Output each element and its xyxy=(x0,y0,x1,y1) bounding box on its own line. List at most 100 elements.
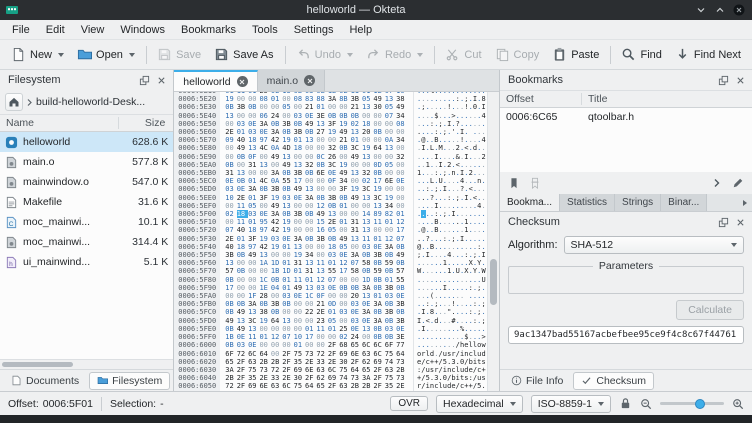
hex-rows[interactable]: 0006:5E10011101250E130B030E1B0E110112071… xyxy=(174,92,487,391)
column-header-size[interactable]: Size xyxy=(119,117,173,129)
hex-char-cells[interactable]: @..B..........:. xyxy=(413,243,487,251)
scrollbar-thumb[interactable] xyxy=(490,259,497,305)
close-panel-icon[interactable] xyxy=(155,74,168,87)
tab-main-o[interactable]: main.o xyxy=(258,70,326,91)
hex-byte-cells[interactable]: 311300003A0B3B0B6E0E4913320B0000 xyxy=(220,169,413,177)
close-button[interactable] xyxy=(732,3,746,17)
redo-button[interactable]: Redo xyxy=(360,44,429,65)
minimize-button[interactable] xyxy=(694,3,708,17)
menu-edit[interactable]: Edit xyxy=(38,22,73,38)
hex-byte-cells[interactable]: 130000062400030E3E0B0B0B00000734 xyxy=(220,112,413,120)
new-button[interactable]: New xyxy=(5,44,70,65)
hex-byte-cells[interactable]: 0B00001C0B011101120700001D0B0155 xyxy=(220,276,413,284)
hex-byte-cells[interactable]: 0011050049130000120B010000133400 xyxy=(220,202,413,210)
add-bookmark-button[interactable] xyxy=(505,175,523,191)
scrollbar-thumb[interactable] xyxy=(2,362,73,367)
hex-char-cells[interactable]: ...L.U....4...n. xyxy=(413,177,487,185)
hex-byte-cells[interactable]: 3A2F7573722F696E636C7564652F632B xyxy=(220,366,413,374)
hex-char-cells[interactable]: .I.8..."....:.;. xyxy=(413,308,487,316)
hex-byte-cells[interactable]: 0B4913380B0000222E01030E3A0B3B0B xyxy=(220,308,413,316)
hex-byte-cells[interactable]: 0B003113004913320B3C1900000D0500 xyxy=(220,161,413,169)
column-header-name[interactable]: Name xyxy=(0,117,119,129)
hex-char-cells[interactable]: ........./hellow xyxy=(413,341,487,349)
save-as-button[interactable]: Save As xyxy=(208,44,279,65)
close-tab-icon[interactable] xyxy=(304,75,315,86)
file-row[interactable]: hui_mainwind...5.1 K xyxy=(0,252,173,272)
tab-documents[interactable]: Documents xyxy=(3,372,87,390)
find-button[interactable]: Find xyxy=(615,44,667,65)
menu-settings[interactable]: Settings xyxy=(286,22,342,38)
hex-char-cells[interactable]: ..1..I.2.<...... xyxy=(413,161,487,169)
file-row[interactable]: mainwindow.o547.0 K xyxy=(0,172,173,192)
hex-char-cells[interactable]: ..?...:.;.I..... xyxy=(413,235,487,243)
hex-char-cells[interactable]: .........:.;.I.8 xyxy=(413,95,487,103)
rename-bookmark-button[interactable] xyxy=(729,175,747,191)
hex-char-cells[interactable]: W......1.U.X.Y.W xyxy=(413,267,487,275)
hex-char-cells[interactable]: ...(....... .... xyxy=(413,292,487,300)
copy-button[interactable]: Copy xyxy=(489,44,546,65)
hex-char-cells[interactable]: ....$...>......4 xyxy=(413,112,487,120)
slider-handle[interactable] xyxy=(695,399,705,409)
algorithm-select[interactable]: SHA-512 xyxy=(564,236,744,254)
hex-char-cells[interactable]: ...:.;.I.?...... xyxy=(413,120,487,128)
cut-button[interactable]: Cut xyxy=(439,44,487,65)
overwrite-mode-toggle[interactable]: OVR xyxy=(390,396,428,411)
hex-char-cells[interactable]: ....I....&.I...2 xyxy=(413,153,487,161)
column-header-offset[interactable]: Offset xyxy=(500,93,582,105)
float-panel-icon[interactable] xyxy=(717,216,730,229)
find-next-button[interactable]: Find Next xyxy=(669,44,747,65)
hex-byte-cells[interactable]: 030E3A0B3B0B491300003F193C190000 xyxy=(220,185,413,193)
tab-scroll-right-button[interactable] xyxy=(738,194,752,211)
hex-char-cells[interactable]: ....I.........4. xyxy=(413,202,487,210)
menu-bookmarks[interactable]: Bookmarks xyxy=(173,22,244,38)
delete-bookmark-button[interactable] xyxy=(526,175,544,191)
menu-tools[interactable]: Tools xyxy=(244,22,286,38)
goto-bookmark-button[interactable] xyxy=(708,175,726,191)
hex-char-cells[interactable]: :/usr/include/c+ xyxy=(413,366,487,374)
zoom-in-icon[interactable] xyxy=(732,398,744,410)
paste-button[interactable]: Paste xyxy=(546,44,605,65)
file-row[interactable]: Cmoc_mainwi...10.1 K xyxy=(0,212,173,232)
zoom-slider[interactable] xyxy=(660,397,724,411)
zoom-out-icon[interactable] xyxy=(640,398,652,410)
tab-statistics-tool[interactable]: Statistics xyxy=(560,194,615,211)
hex-byte-cells[interactable]: 0049134C0A4D180000320B3C19641300 xyxy=(220,144,413,152)
hex-byte-cells[interactable]: 1700001E04014913030E0B0B3A0B3B0B xyxy=(220,284,413,292)
tab-bookmarks-tool[interactable]: Bookma... xyxy=(500,194,560,211)
hex-byte-cells[interactable]: 2B2F352E332E302F626974733A2F7573 xyxy=(220,374,413,382)
value-coding-select[interactable]: Hexadecimal xyxy=(436,395,523,413)
hex-char-cells[interactable]: .I........%..... xyxy=(413,325,487,333)
hex-char-cells[interactable]: ...?...:.;.I.<.. xyxy=(413,194,487,202)
hex-byte-cells[interactable]: 1B0E11011207101700000224000B0B3E xyxy=(220,333,413,341)
tab-file-info[interactable]: File Info xyxy=(503,372,571,390)
hex-byte-cells[interactable]: 6F726C64002F7573722F696E636C7564 xyxy=(220,350,413,358)
menu-file[interactable]: File xyxy=(4,22,38,38)
hex-char-cells[interactable]: ..:.;.I...?.<... xyxy=(413,185,487,193)
hex-byte-cells[interactable]: 0B030E0000000100002F68656C6C6F77 xyxy=(220,341,413,349)
menu-help[interactable]: Help xyxy=(341,22,380,38)
bookmark-row[interactable]: 0006:6C65 qtoolbar.h xyxy=(500,108,752,126)
hex-char-cells[interactable]: 1...:.;.n.I.2... xyxy=(413,169,487,177)
hex-char-cells[interactable]: orld./usr/includ xyxy=(413,350,487,358)
hex-byte-cells[interactable]: 3B0B49130000193400030E3A0B3B0B49 xyxy=(220,251,413,259)
undo-button[interactable]: Undo xyxy=(290,44,359,65)
close-tab-icon[interactable] xyxy=(237,76,248,87)
save-button[interactable]: Save xyxy=(151,44,207,65)
hex-byte-cells[interactable]: 0B3B0B00000500210100002113300549 xyxy=(220,103,413,111)
hex-byte-cells[interactable]: 07401897421900001605003113000017 xyxy=(220,226,413,234)
hex-byte-cells[interactable]: 401897421901130000180500030E3A0B xyxy=(220,243,413,251)
hex-byte-cells[interactable]: 49133C1964130000230500030E3A0B3B xyxy=(220,317,413,325)
calculate-button[interactable]: Calculate xyxy=(676,300,744,320)
close-panel-icon[interactable] xyxy=(734,216,747,229)
hex-byte-cells[interactable]: 1900000801000883883A8B3B05491338 xyxy=(220,95,413,103)
hex-byte-cells[interactable]: 102E013F19030E3A0B3B0B49133C1900 xyxy=(220,194,413,202)
hex-char-cells[interactable]: .@..B.....!....4 xyxy=(413,136,487,144)
hex-char-cells[interactable]: I.<.d...#....:.; xyxy=(413,317,487,325)
float-panel-icon[interactable] xyxy=(138,74,151,87)
maximize-button[interactable] xyxy=(713,3,727,17)
hex-char-cells[interactable]: e/c++/5.3.0/bits xyxy=(413,358,487,366)
hex-byte-cells[interactable]: 1300001A1D01311311011207580B590B xyxy=(220,259,413,267)
write-lock-icon[interactable] xyxy=(619,397,632,410)
hex-byte-cells[interactable]: 0B491300000000011101250E130B030E xyxy=(220,325,413,333)
column-header-title[interactable]: Title xyxy=(582,93,752,105)
